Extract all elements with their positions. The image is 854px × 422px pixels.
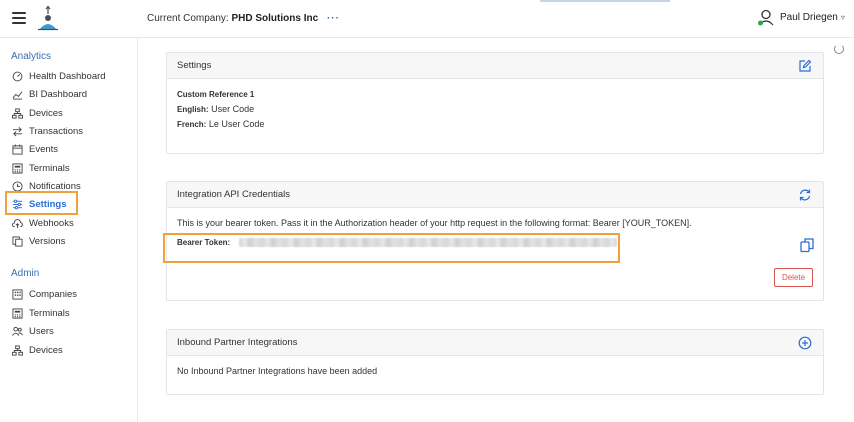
sidebar-item-admin-terminals[interactable]: Terminals [11, 305, 70, 321]
company-menu-button[interactable]: ··· [327, 13, 340, 24]
sidebar-item-label: Devices [29, 107, 63, 119]
speedometer-icon [11, 70, 23, 82]
sidebar-item-users[interactable]: Users [11, 323, 54, 339]
chevron-down-icon: ▿ [840, 12, 845, 22]
sidebar-item-transactions[interactable]: Transactions [11, 123, 83, 139]
edit-icon[interactable] [798, 59, 812, 73]
arrows-exchange-icon [11, 125, 23, 137]
sidebar-item-label: Events [29, 143, 59, 155]
sidebar-section-analytics: Analytics [11, 51, 52, 62]
sidebar-item-admin-devices[interactable]: Devices [11, 342, 63, 358]
sidebar-item-label: Versions [29, 235, 66, 247]
sidebar-section-admin: Admin [11, 268, 40, 279]
sidebar-item-label: BI Dashboard [29, 88, 88, 100]
user-avatar-icon [758, 9, 774, 26]
custom-reference-title: Custom Reference 1 [177, 90, 255, 99]
sidebar-item-label: Devices [29, 344, 63, 356]
loading-spinner-icon [834, 44, 844, 54]
refresh-icon[interactable] [798, 188, 812, 202]
calendar-icon [11, 143, 23, 155]
delete-token-button[interactable]: Delete [774, 268, 813, 287]
sidebar-item-label: Users [29, 325, 54, 337]
terminal-grid-icon [11, 307, 23, 319]
settings-card-title: Settings [177, 60, 212, 71]
chart-line-icon [11, 88, 23, 100]
sidebar-item-label: Companies [29, 288, 78, 300]
building-icon [11, 288, 23, 300]
sidebar-item-devices[interactable]: Devices [11, 105, 63, 121]
current-company: Current Company: PHD Solutions Inc ··· [147, 13, 340, 24]
cloud-upload-icon [11, 217, 23, 229]
sidebar-item-label: Health Dashboard [29, 70, 106, 82]
sidebar-item-label: Terminals [29, 162, 70, 174]
settings-highlight-box [5, 191, 78, 215]
bearer-token-highlight-box [163, 233, 620, 263]
french-value: Le User Code [208, 119, 265, 129]
english-label: English: [177, 105, 209, 114]
company-prefix: Current Company: [147, 13, 229, 24]
network-icon [11, 344, 23, 356]
top-bar: Current Company: PHD Solutions Inc ··· P… [0, 0, 854, 38]
sidebar: Analytics Health Dashboard BI Dashboard … [0, 38, 138, 422]
user-name: Paul Driegen [780, 11, 838, 23]
french-label: French: [177, 120, 207, 129]
terminal-grid-icon [11, 162, 23, 174]
sidebar-item-label: Terminals [29, 307, 70, 319]
english-value: User Code [211, 104, 255, 114]
company-name: PHD Solutions Inc [231, 13, 319, 24]
sidebar-item-label: Notifications [29, 180, 81, 192]
sidebar-item-webhooks[interactable]: Webhooks [11, 215, 74, 231]
main-content: Settings Custom Reference 1 English: Use… [138, 38, 854, 422]
sidebar-item-health-dashboard[interactable]: Health Dashboard [11, 68, 106, 84]
inbound-card-header: Inbound Partner Integrations [167, 330, 823, 356]
api-card-header: Integration API Credentials [167, 182, 823, 208]
api-description: This is your bearer token. Pass it in th… [177, 218, 692, 228]
copy-pages-icon [11, 235, 23, 247]
users-icon [11, 325, 23, 337]
api-card-title: Integration API Credentials [177, 189, 291, 200]
add-circle-icon[interactable] [798, 336, 812, 350]
sidebar-item-terminals[interactable]: Terminals [11, 160, 70, 176]
copy-icon[interactable] [799, 237, 815, 253]
sidebar-item-versions[interactable]: Versions [11, 233, 65, 249]
network-icon [11, 107, 23, 119]
inbound-card-title: Inbound Partner Integrations [177, 337, 298, 348]
settings-card: Settings Custom Reference 1 English: Use… [166, 52, 824, 154]
sidebar-item-bi-dashboard[interactable]: BI Dashboard [11, 86, 87, 102]
sidebar-item-label: Webhooks [29, 217, 74, 229]
inbound-integrations-card: Inbound Partner Integrations No Inbound … [166, 329, 824, 395]
logo-icon [38, 5, 58, 31]
menu-icon[interactable] [12, 12, 26, 24]
settings-card-body: Custom Reference 1 English: User Code Fr… [167, 79, 823, 144]
settings-card-header: Settings [167, 53, 823, 79]
sidebar-item-companies[interactable]: Companies [11, 286, 77, 302]
inbound-card-body: No Inbound Partner Integrations have bee… [167, 356, 823, 386]
user-menu[interactable]: Paul Driegen ▿ [757, 8, 845, 26]
top-bar-accent [540, 0, 670, 2]
inbound-empty-text: No Inbound Partner Integrations have bee… [177, 366, 378, 376]
sidebar-item-label: Transactions [29, 125, 84, 137]
sidebar-item-events[interactable]: Events [11, 141, 58, 157]
